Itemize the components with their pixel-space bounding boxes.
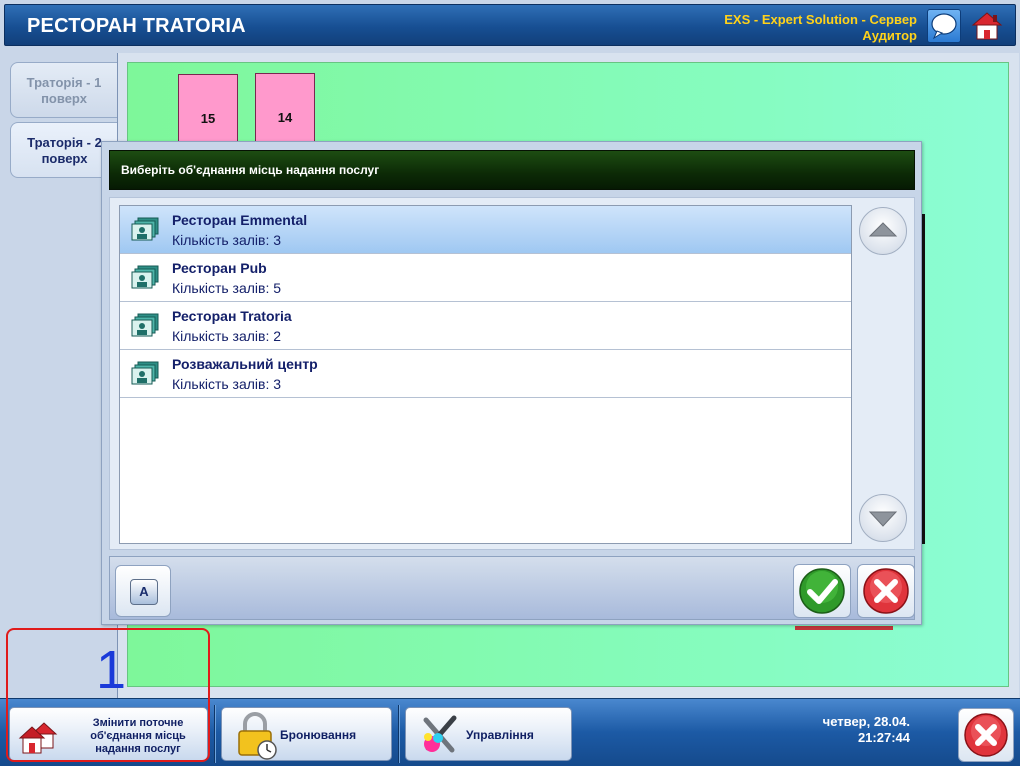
triangle-up-icon	[868, 222, 898, 237]
exit-button[interactable]	[958, 708, 1014, 762]
padlock-clock-icon	[238, 712, 277, 760]
annotation-number: 1	[96, 640, 127, 700]
app-title: РЕСТОРАН TRATORIA	[27, 15, 246, 37]
venue-hall-count: Кількість залів: 3	[172, 376, 282, 392]
tools-icon	[423, 715, 457, 753]
venue-group-icon	[131, 217, 159, 241]
checkmark-icon	[799, 568, 845, 614]
chat-button[interactable]	[927, 9, 961, 43]
tab-floor-1[interactable]: Траторія - 1 поверх	[10, 62, 118, 118]
confirm-button[interactable]	[793, 564, 851, 618]
scroll-up-button[interactable]	[859, 207, 907, 255]
booking-label: Бронювання	[280, 728, 357, 742]
keyboard-key-icon: A	[130, 579, 158, 605]
house-icon	[971, 12, 1003, 40]
venue-hall-count: Кількість залів: 3	[172, 232, 282, 248]
toolbar-divider	[398, 705, 400, 763]
table-number: 15	[200, 111, 216, 126]
venue-group-icon	[131, 313, 159, 337]
close-icon	[964, 713, 1008, 757]
wall-line	[922, 214, 925, 544]
tab-floor-2-label: Траторія - 2 поверх	[27, 135, 102, 166]
list-item[interactable]: Розважальний центр Кількість залів: 3	[120, 350, 851, 398]
booking-button[interactable]: Бронювання	[221, 707, 392, 761]
cancel-button[interactable]	[857, 564, 915, 618]
time-text: 21:27:44	[857, 730, 910, 745]
venue-group-icon	[131, 361, 159, 385]
home-button[interactable]	[967, 9, 1007, 43]
venue-name: Ресторан Pub	[172, 260, 267, 276]
table-number: 14	[277, 110, 293, 125]
close-icon	[863, 568, 909, 614]
server-label: EXS - Expert Solution - Сервер	[724, 12, 917, 27]
user-label: Аудитор	[862, 28, 917, 43]
scroll-down-button[interactable]	[859, 494, 907, 542]
table-edge-marker	[795, 626, 893, 630]
dialog-body: Ресторан Emmental Кількість залів: 3 Рес…	[109, 197, 915, 550]
venue-name: Ресторан Tratoria	[172, 308, 292, 324]
list-item[interactable]: Ресторан Pub Кількість залів: 5	[120, 254, 851, 302]
venue-hall-count: Кількість залів: 2	[172, 328, 282, 344]
date-time-display: четвер, 28.04. 21:27:44	[790, 714, 910, 746]
keyboard-button[interactable]: A	[115, 565, 171, 617]
date-text: четвер, 28.04.	[822, 714, 910, 729]
dialog-title-bar: Виберіть об'єднання місць надання послуг	[109, 150, 915, 190]
dialog-title: Виберіть об'єднання місць надання послуг	[121, 163, 380, 177]
list-item[interactable]: Ресторан Emmental Кількість залів: 3	[120, 206, 851, 254]
chat-bubble-icon	[931, 13, 957, 40]
venue-name: Розважальний центр	[172, 356, 318, 372]
select-venue-dialog: Виберіть об'єднання місць надання послуг…	[101, 141, 922, 625]
management-button[interactable]: Управління	[405, 707, 572, 761]
list-item[interactable]: Ресторан Tratoria Кількість залів: 2	[120, 302, 851, 350]
venue-name: Ресторан Emmental	[172, 212, 308, 228]
tab-floor-1-label: Траторія - 1 поверх	[26, 75, 102, 106]
triangle-down-icon	[868, 511, 898, 527]
app-header: РЕСТОРАН TRATORIA EXS - Expert Solution …	[4, 4, 1016, 46]
dialog-footer: A	[109, 556, 915, 620]
venue-group-icon	[131, 265, 159, 289]
management-label: Управління	[466, 728, 534, 742]
venue-hall-count: Кількість залів: 5	[172, 280, 282, 296]
toolbar-divider	[214, 705, 216, 763]
venue-list: Ресторан Emmental Кількість залів: 3 Рес…	[119, 205, 852, 544]
